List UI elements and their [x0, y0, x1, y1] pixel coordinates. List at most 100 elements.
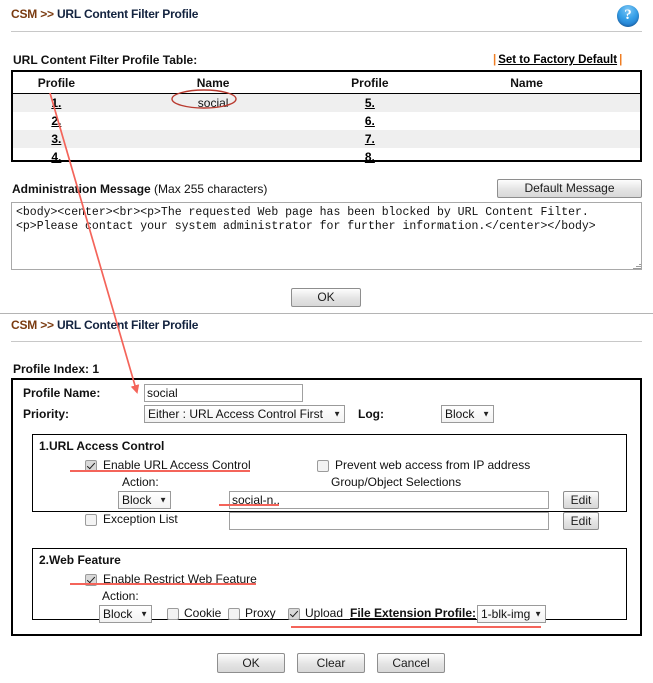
url-action-select[interactable]: Block ▼	[118, 491, 171, 509]
profile-5-link[interactable]: 5.	[365, 96, 375, 110]
cookie-label: Cookie	[184, 606, 222, 620]
url-content-filter-page: CSM >> URL Content Filter Profile ? URL …	[0, 0, 653, 683]
exception-list-checkbox[interactable]	[85, 514, 97, 526]
profile-name-cell	[413, 112, 640, 130]
profile-name-cell	[413, 148, 640, 166]
clear-button[interactable]: Clear	[297, 653, 365, 673]
profile-index-label: Profile Index: 1	[13, 362, 100, 376]
profile-8-link[interactable]: 8.	[365, 150, 375, 164]
chevron-down-icon: ▼	[333, 409, 341, 419]
url-access-control-title: 1.URL Access Control	[39, 439, 165, 453]
table-row: 3. 7.	[13, 130, 640, 148]
file-extension-profile-value: 1-blk-img	[481, 607, 531, 621]
table-row: 2. 6.	[13, 112, 640, 130]
detail-header-divider	[11, 341, 642, 342]
exception-list-label: Exception List	[103, 512, 178, 526]
profile-name-field[interactable]	[144, 384, 303, 402]
profile-3-link[interactable]: 3.	[51, 132, 61, 146]
default-message-button[interactable]: Default Message	[497, 179, 642, 198]
profile-index-cell[interactable]: 6.	[326, 112, 413, 130]
factory-default-link-text[interactable]: Set to Factory Default	[498, 54, 617, 66]
chevron-down-icon: ▼	[534, 609, 542, 619]
col-header-name-right: Name	[413, 72, 640, 94]
cancel-button[interactable]: Cancel	[377, 653, 445, 673]
profile-index-cell[interactable]: 4.	[13, 148, 100, 166]
col-header-name-left: Name	[99, 72, 327, 94]
admin-message-label-note: (Max 255 characters)	[150, 182, 268, 196]
priority-select-value: Either : URL Access Control First	[148, 407, 323, 421]
profile-index-cell[interactable]: 8.	[326, 148, 413, 166]
ok-button-top[interactable]: OK	[291, 288, 361, 307]
administration-message-label: Administration Message (Max 255 characte…	[12, 182, 267, 196]
profile-7-link[interactable]: 7.	[365, 132, 375, 146]
profile-2-link[interactable]: 2.	[51, 114, 61, 128]
chevron-down-icon: ▼	[159, 495, 167, 505]
col-header-profile-right: Profile	[326, 72, 414, 94]
priority-select[interactable]: Either : URL Access Control First ▼	[144, 405, 345, 423]
proxy-checkbox[interactable]	[228, 608, 240, 620]
file-extension-profile-link[interactable]: File Extension Profile:	[350, 606, 476, 620]
url-action-label: Action:	[122, 475, 159, 489]
profile-index-cell[interactable]: 7.	[326, 130, 414, 148]
log-label: Log:	[358, 407, 384, 421]
profile-6-link[interactable]: 6.	[365, 114, 375, 128]
web-feature-action-select-value: Block	[103, 607, 133, 621]
chevron-down-icon: ▼	[482, 409, 490, 419]
admin-message-label-bold: Administration Message	[12, 182, 151, 196]
url-access-control-section: 1.URL Access Control Enable URL Access C…	[32, 434, 627, 530]
table-header-row: Profile Name Profile Name	[13, 72, 640, 94]
upload-checkbox[interactable]	[288, 608, 300, 620]
header-divider	[11, 31, 642, 32]
url-action-select-value: Block	[122, 493, 152, 507]
profile-4-link[interactable]: 4.	[51, 150, 61, 164]
table-row: 4. 8.	[13, 148, 640, 166]
profile-name-cell	[100, 112, 327, 130]
col-header-profile-left: Profile	[13, 72, 100, 94]
section-divider	[0, 313, 653, 314]
breadcrumb-detail-page: URL Content Filter Profile	[56, 318, 199, 332]
annotation-underline-file-extension	[291, 626, 541, 628]
cookie-checkbox[interactable]	[167, 608, 179, 620]
web-feature-title: 2.Web Feature	[39, 553, 121, 567]
help-icon[interactable]: ?	[617, 5, 639, 27]
file-extension-profile-select[interactable]: 1-blk-img ▼	[477, 605, 546, 623]
breadcrumb-detail-csm: CSM >>	[11, 318, 54, 332]
prevent-web-access-label: Prevent web access from IP address	[335, 458, 531, 472]
profile-name-cell	[413, 130, 640, 148]
factory-bar-right: |	[619, 54, 623, 66]
log-select[interactable]: Block ▼	[441, 405, 494, 423]
profile-index-cell[interactable]: 3.	[13, 130, 100, 148]
profile-index-cell[interactable]: 5.	[326, 93, 414, 112]
profile-index-cell[interactable]: 2.	[13, 112, 100, 130]
table-row: 1. social 5.	[13, 93, 640, 112]
set-to-factory-default[interactable]: | Set to Factory Default |	[491, 54, 624, 66]
priority-label: Priority:	[23, 407, 70, 421]
profile-name-label: Profile Name:	[23, 386, 101, 400]
profile-1-link[interactable]: 1.	[51, 96, 61, 110]
breadcrumb-detail: CSM >> URL Content Filter Profile	[11, 318, 198, 332]
annotation-underline-enable-web-feature	[70, 583, 256, 585]
log-select-value: Block	[445, 407, 475, 421]
ok-button-bottom[interactable]: OK	[217, 653, 285, 673]
profile-detail-panel: Profile Name: Priority: Either : URL Acc…	[11, 378, 642, 636]
profile-name-cell	[413, 93, 640, 112]
group-object-field[interactable]	[229, 491, 549, 509]
edit-exception-list-button[interactable]: Edit	[563, 512, 599, 530]
edit-group-object-button[interactable]: Edit	[563, 491, 599, 509]
breadcrumb-top-csm: CSM >>	[11, 7, 54, 21]
web-feature-action-select[interactable]: Block ▼	[99, 605, 152, 623]
profile-name-cell: social	[99, 93, 327, 112]
prevent-web-access-checkbox[interactable]	[317, 460, 329, 472]
administration-message-textarea[interactable]: <body><center><br><p>The requested Web p…	[11, 202, 642, 270]
proxy-label: Proxy	[245, 606, 276, 620]
annotation-underline-group-value	[219, 504, 279, 506]
web-feature-action-label: Action:	[102, 589, 139, 603]
annotation-underline-enable-url	[70, 470, 250, 472]
profile-index-cell[interactable]: 1.	[13, 93, 100, 112]
profile-table-label: URL Content Filter Profile Table:	[13, 53, 198, 67]
profile-name-cell	[99, 130, 327, 148]
breadcrumb-top: CSM >> URL Content Filter Profile	[11, 7, 198, 21]
profile-name-cell	[100, 148, 327, 166]
exception-list-field[interactable]	[229, 512, 549, 530]
chevron-down-icon: ▼	[140, 609, 148, 619]
